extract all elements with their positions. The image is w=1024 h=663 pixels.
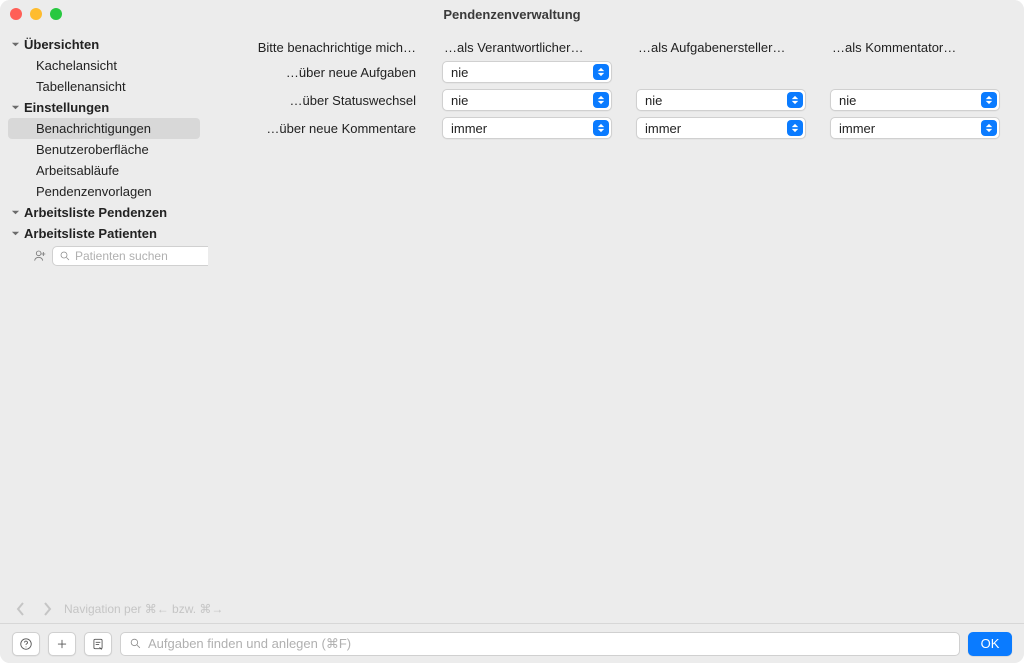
titlebar: Pendenzenverwaltung: [0, 0, 1024, 28]
select-value: nie: [645, 93, 662, 108]
empty-cell: [830, 61, 1000, 83]
row-label-new-comments: …über neue Kommentare: [228, 121, 418, 136]
zoom-window-button[interactable]: [50, 8, 62, 20]
note-icon: [91, 637, 105, 651]
sidebar-group-arbeitsliste-patienten[interactable]: Arbeitsliste Patienten: [8, 223, 200, 244]
select-value: nie: [839, 93, 856, 108]
sidebar-group-label: Einstellungen: [24, 100, 109, 115]
sidebar-group-label: Übersichten: [24, 37, 99, 52]
select-creator-status-change[interactable]: nie: [636, 89, 806, 111]
help-icon: [19, 637, 33, 651]
chevron-down-icon: [10, 208, 20, 218]
sidebar-patient-search-row: [8, 244, 200, 268]
column-header-responsible: …als Verantwortlicher…: [442, 40, 612, 55]
sidebar-group-arbeitsliste-pendenzen[interactable]: Arbeitsliste Pendenzen: [8, 202, 200, 223]
updown-icon: [787, 120, 803, 136]
patient-search-field[interactable]: [75, 249, 208, 263]
task-search-field[interactable]: [148, 636, 951, 651]
column-header-creator: …als Aufgabenersteller…: [636, 40, 806, 55]
updown-icon: [981, 92, 997, 108]
plus-icon: [55, 637, 69, 651]
window-title: Pendenzenverwaltung: [0, 7, 1024, 22]
search-icon: [129, 637, 142, 650]
search-icon: [59, 250, 71, 262]
navigation-hint-bar: Navigation per ⌘← bzw. ⌘→: [0, 595, 1024, 623]
select-responsible-new-comments[interactable]: immer: [442, 117, 612, 139]
empty-cell: [636, 61, 806, 83]
select-value: nie: [451, 93, 468, 108]
updown-icon: [787, 92, 803, 108]
updown-icon: [593, 64, 609, 80]
ok-button-label: OK: [981, 636, 1000, 651]
bottom-toolbar: OK: [0, 623, 1024, 663]
select-commenter-status-change[interactable]: nie: [830, 89, 1000, 111]
row-label-status-change: …über Statuswechsel: [228, 93, 418, 108]
select-commenter-new-comments[interactable]: immer: [830, 117, 1000, 139]
ok-button[interactable]: OK: [968, 632, 1012, 656]
content-pane: Bitte benachrichtige mich… …als Verantwo…: [208, 28, 1024, 595]
sidebar-group-label: Arbeitsliste Pendenzen: [24, 205, 167, 220]
sidebar-item-label: Benutzeroberfläche: [36, 142, 149, 157]
chevron-down-icon: [10, 103, 20, 113]
select-responsible-new-tasks[interactable]: nie: [442, 61, 612, 83]
patient-search-input[interactable]: [52, 246, 208, 266]
chevron-down-icon: [10, 40, 20, 50]
sidebar-item-label: Pendenzenvorlagen: [36, 184, 152, 199]
sidebar-item-pendenzenvorlagen[interactable]: Pendenzenvorlagen: [8, 181, 200, 202]
sidebar-item-label: Tabellenansicht: [36, 79, 126, 94]
chevron-down-icon: [10, 229, 20, 239]
add-button[interactable]: [48, 632, 76, 656]
nav-back-button[interactable]: [12, 600, 30, 618]
sidebar-group-label: Arbeitsliste Patienten: [24, 226, 157, 241]
main-area: Übersichten Kachelansicht Tabellenansich…: [0, 28, 1024, 595]
navigation-hint-text: Navigation per ⌘← bzw. ⌘→: [64, 602, 223, 616]
sidebar-item-kachelansicht[interactable]: Kachelansicht: [8, 55, 200, 76]
row-label-new-tasks: …über neue Aufgaben: [228, 65, 418, 80]
select-responsible-status-change[interactable]: nie: [442, 89, 612, 111]
sidebar: Übersichten Kachelansicht Tabellenansich…: [0, 28, 208, 595]
minimize-window-button[interactable]: [30, 8, 42, 20]
sidebar-item-benachrichtigungen[interactable]: Benachrichtigungen: [8, 118, 200, 139]
window-controls: [10, 8, 62, 20]
updown-icon: [593, 92, 609, 108]
task-search-input[interactable]: [120, 632, 960, 656]
close-window-button[interactable]: [10, 8, 22, 20]
select-value: immer: [839, 121, 875, 136]
select-value: immer: [645, 121, 681, 136]
sidebar-group-einstellungen[interactable]: Einstellungen: [8, 97, 200, 118]
sidebar-item-label: Kachelansicht: [36, 58, 117, 73]
sidebar-item-tabellenansicht[interactable]: Tabellenansicht: [8, 76, 200, 97]
note-button[interactable]: [84, 632, 112, 656]
help-button[interactable]: [12, 632, 40, 656]
updown-icon: [593, 120, 609, 136]
grid-header-label: Bitte benachrichtige mich…: [228, 40, 418, 55]
select-creator-new-comments[interactable]: immer: [636, 117, 806, 139]
select-value: immer: [451, 121, 487, 136]
column-header-commenter: …als Kommentator…: [830, 40, 1000, 55]
sidebar-item-arbeitsablaeufe[interactable]: Arbeitsabläufe: [8, 160, 200, 181]
updown-icon: [981, 120, 997, 136]
notification-settings-grid: Bitte benachrichtige mich… …als Verantwo…: [228, 40, 1004, 139]
select-value: nie: [451, 65, 468, 80]
sidebar-item-benutzeroberflaeche[interactable]: Benutzeroberfläche: [8, 139, 200, 160]
sidebar-item-label: Benachrichtigungen: [36, 121, 151, 136]
add-patient-icon[interactable]: [32, 247, 48, 265]
sidebar-item-label: Arbeitsabläufe: [36, 163, 119, 178]
sidebar-group-uebersichten[interactable]: Übersichten: [8, 34, 200, 55]
nav-forward-button[interactable]: [38, 600, 56, 618]
